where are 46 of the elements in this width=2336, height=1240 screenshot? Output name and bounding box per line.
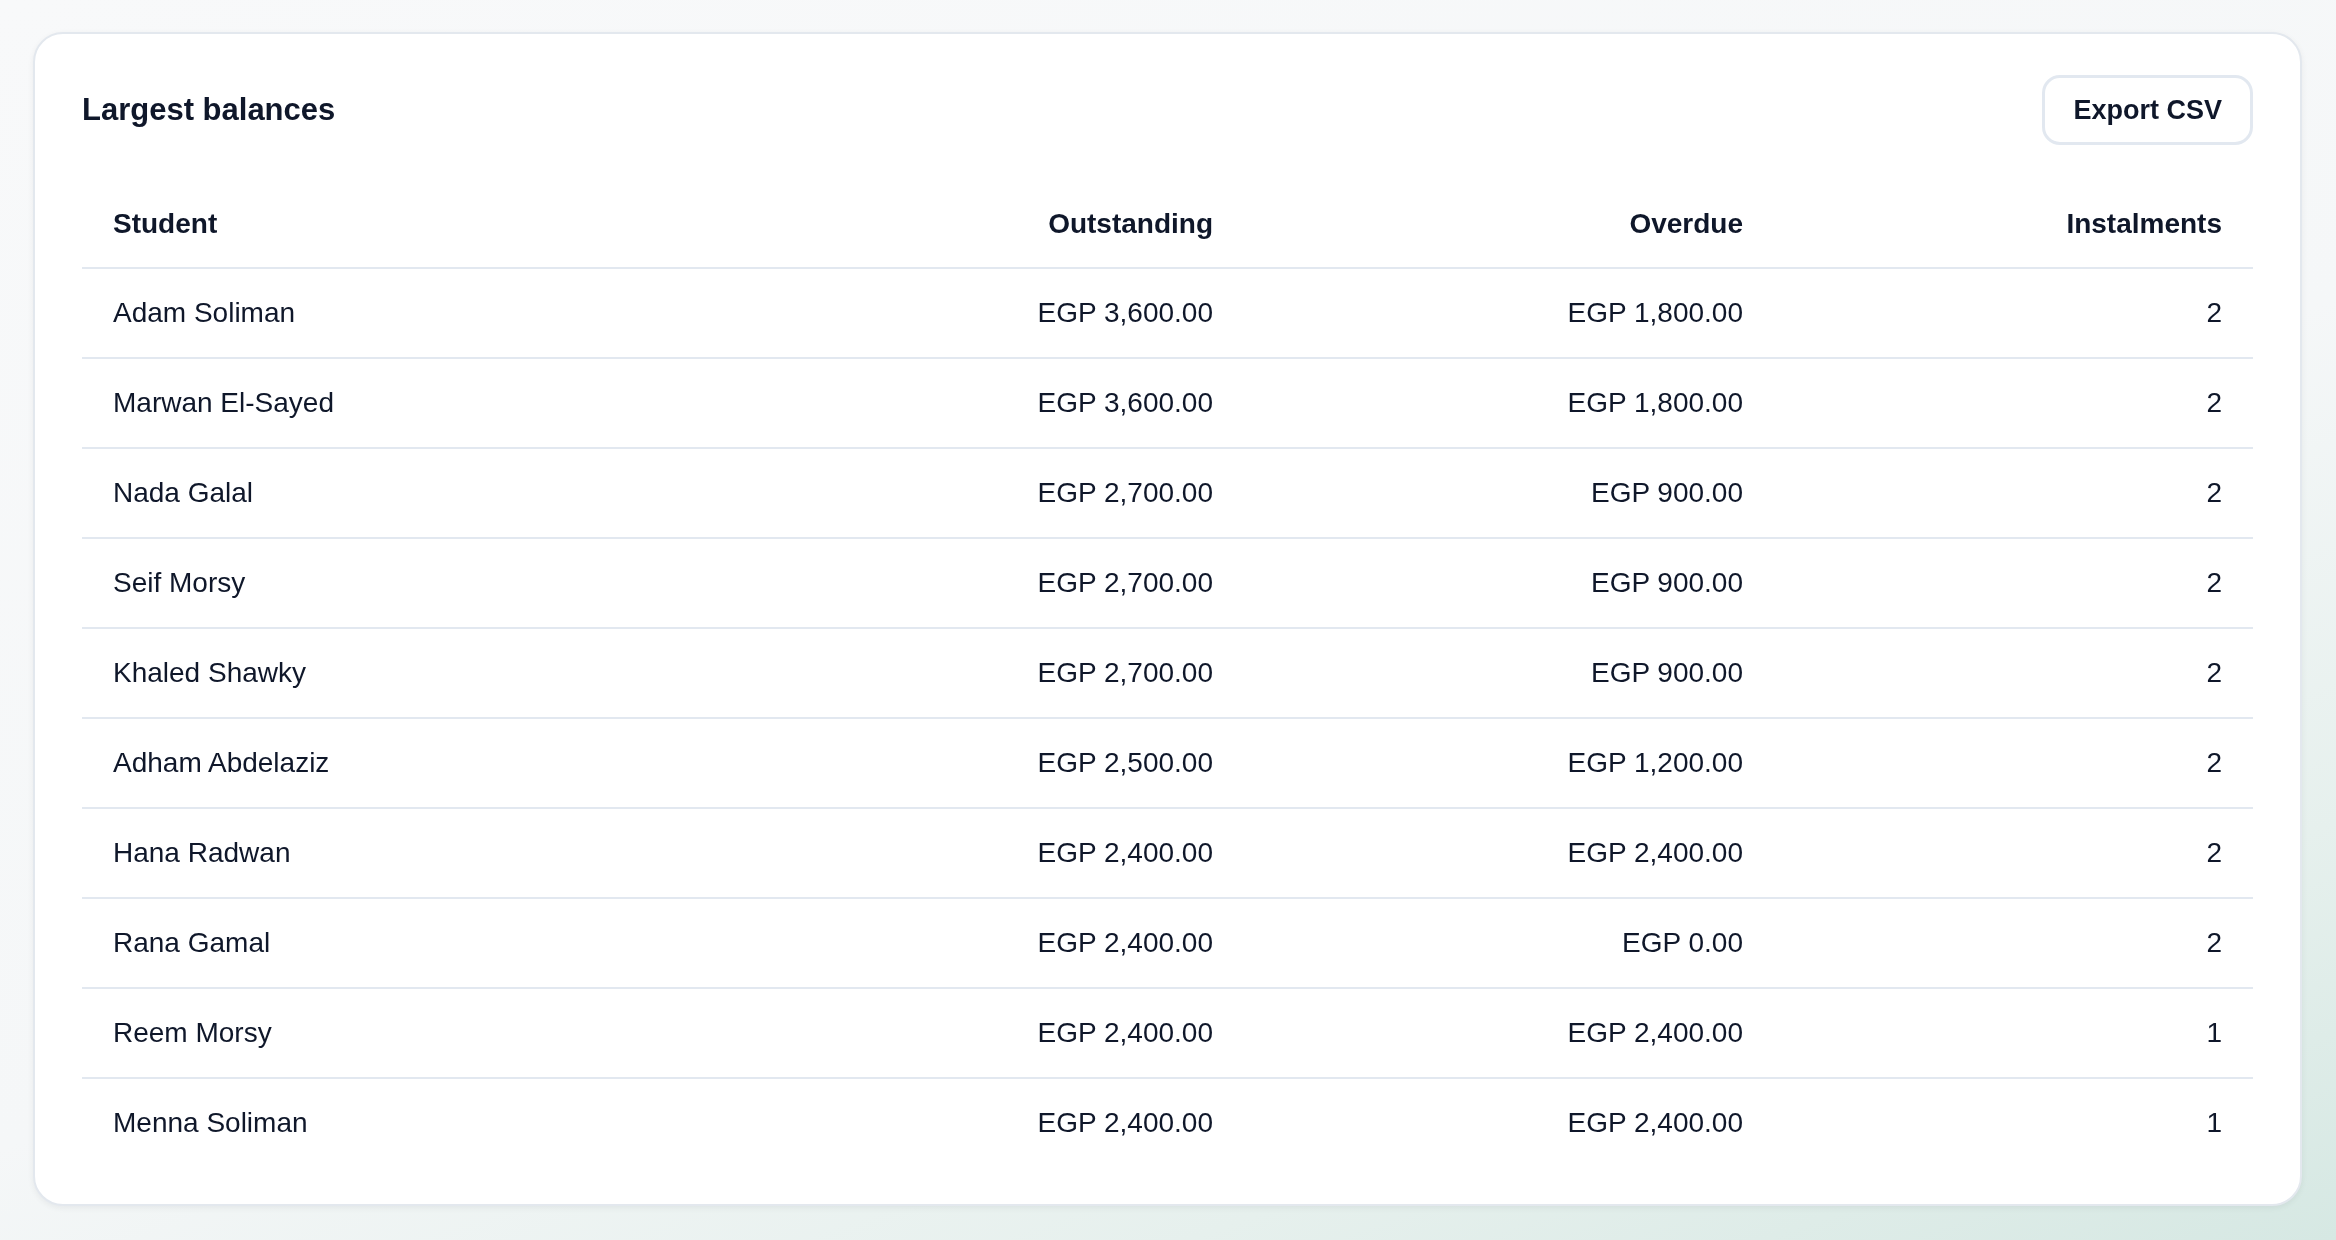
table-cell: 2 bbox=[2206, 657, 2222, 689]
table-cell: 1 bbox=[2206, 1017, 2222, 1049]
table-cell: Seif Morsy bbox=[113, 567, 246, 599]
table-cell: EGP 2,400.00 bbox=[1037, 927, 1213, 959]
table-cell: EGP 2,400.00 bbox=[1567, 1107, 1743, 1139]
table-cell: 2 bbox=[2206, 387, 2222, 419]
table-cell: EGP 1,800.00 bbox=[1567, 387, 1743, 419]
table-cell: 2 bbox=[2206, 567, 2222, 599]
table-cell: 2 bbox=[2206, 297, 2222, 329]
table-cell: Hana Radwan bbox=[113, 837, 291, 869]
table-cell: EGP 2,400.00 bbox=[1037, 1107, 1213, 1139]
table-cell: EGP 2,500.00 bbox=[1037, 747, 1213, 779]
table-cell: EGP 3,600.00 bbox=[1037, 297, 1213, 329]
table-cell: Adham Abdelaziz bbox=[113, 747, 330, 779]
table-cell: 2 bbox=[2206, 927, 2222, 959]
table-cell: EGP 2,400.00 bbox=[1037, 837, 1213, 869]
table-cell: 2 bbox=[2206, 477, 2222, 509]
table-cell: EGP 2,700.00 bbox=[1037, 477, 1213, 509]
column-header: Student bbox=[113, 208, 218, 240]
table-cell: Reem Morsy bbox=[113, 1017, 272, 1049]
table-cell: EGP 2,400.00 bbox=[1567, 1017, 1743, 1049]
table-cell: EGP 1,200.00 bbox=[1567, 747, 1743, 779]
table-cell: Khaled Shawky bbox=[113, 657, 306, 689]
table-cell: Adam Soliman bbox=[113, 297, 296, 329]
table-cell: Nada Galal bbox=[113, 477, 254, 509]
table-cell: EGP 900.00 bbox=[1590, 567, 1743, 599]
card-title: Largest balances bbox=[82, 92, 336, 128]
table-cell: EGP 3,600.00 bbox=[1037, 387, 1213, 419]
table-cell: 1 bbox=[2206, 1107, 2222, 1139]
column-header: Instalments bbox=[2066, 208, 2222, 240]
column-header: Overdue bbox=[1629, 208, 1743, 240]
table-cell: Marwan El-Sayed bbox=[113, 387, 334, 419]
table-cell: EGP 2,700.00 bbox=[1037, 657, 1213, 689]
export-button[interactable]: Export CSV bbox=[2042, 75, 2253, 145]
table-cell: EGP 900.00 bbox=[1590, 477, 1743, 509]
table-cell: Rana Gamal bbox=[113, 927, 271, 959]
table-cell: 2 bbox=[2206, 747, 2222, 779]
table-cell: Menna Soliman bbox=[113, 1107, 308, 1139]
table-cell: EGP 2,700.00 bbox=[1037, 567, 1213, 599]
table-cell: EGP 1,800.00 bbox=[1567, 297, 1743, 329]
table-cell: EGP 900.00 bbox=[1590, 657, 1743, 689]
column-header: Outstanding bbox=[1048, 208, 1213, 240]
table-cell: EGP 2,400.00 bbox=[1037, 1017, 1213, 1049]
table-cell: EGP 2,400.00 bbox=[1567, 837, 1743, 869]
table-cell: 2 bbox=[2206, 837, 2222, 869]
table-cell: EGP 0.00 bbox=[1622, 927, 1743, 959]
